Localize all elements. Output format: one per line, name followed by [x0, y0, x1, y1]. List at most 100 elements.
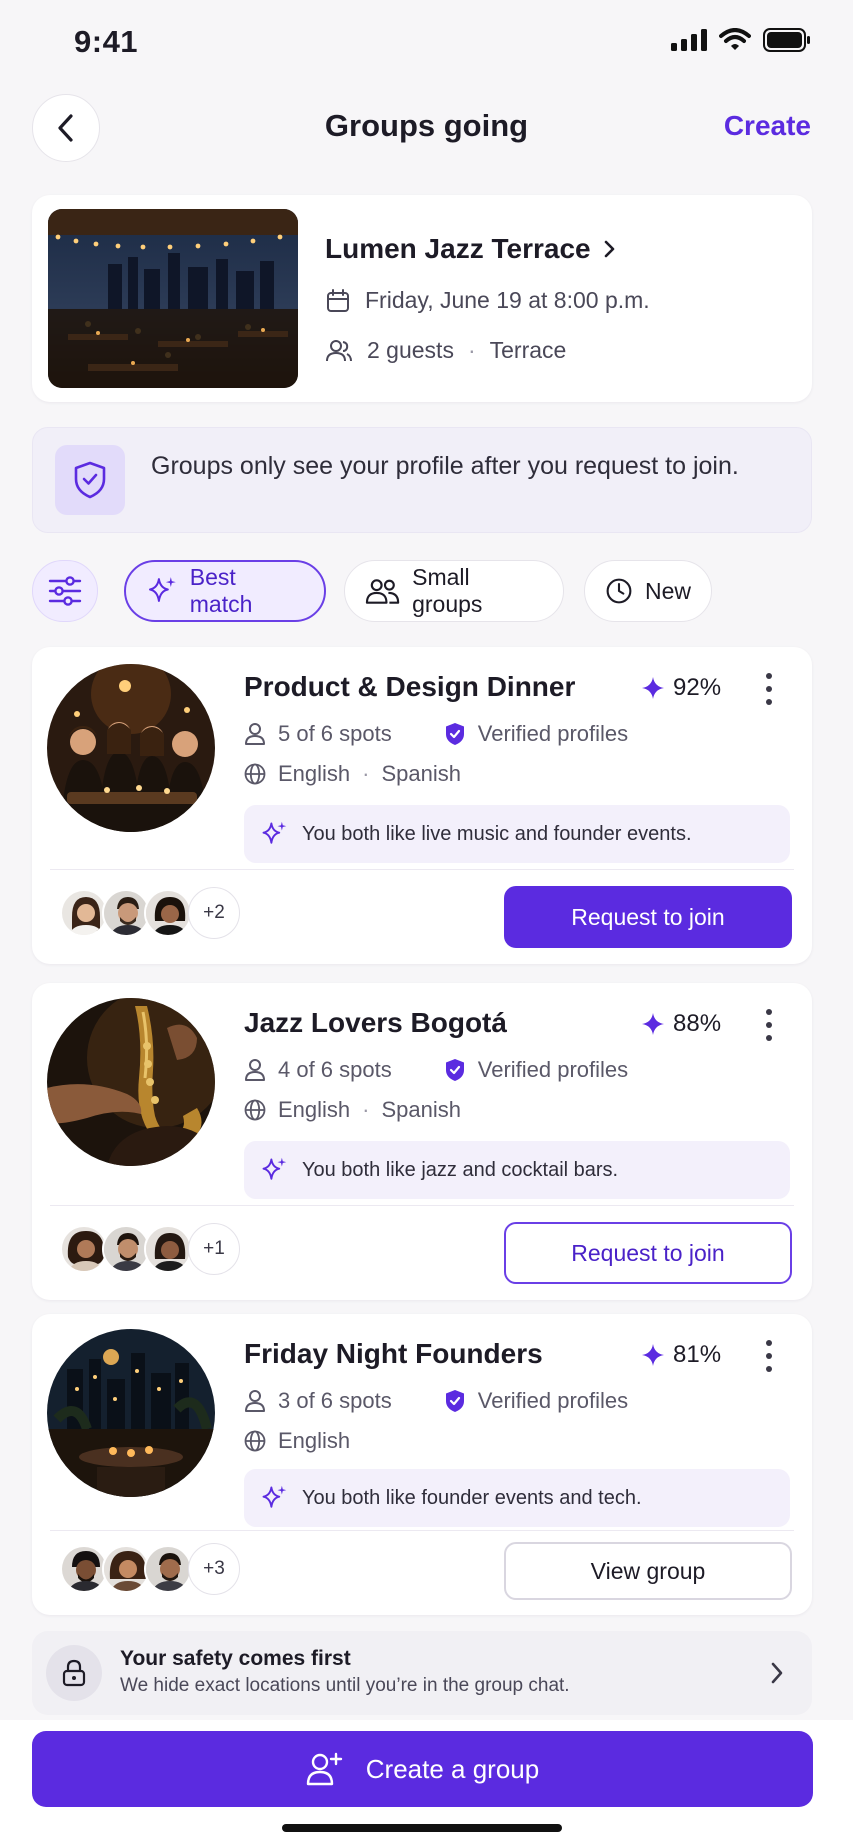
language-1: English [278, 1097, 351, 1122]
more-icon[interactable] [757, 1340, 781, 1372]
divider [50, 1530, 794, 1531]
separator-dot: · [362, 1097, 370, 1122]
group-meta-row: 5 of 6 spots Verified profiles [244, 721, 628, 747]
group-title: Product & Design Dinner [244, 671, 576, 702]
avatar [144, 889, 192, 937]
group-photo [47, 1329, 215, 1497]
request-to-join-button[interactable]: Request to join [504, 886, 792, 948]
filter-chip-label: Small groups [412, 564, 483, 617]
safety-title: Your safety comes first [120, 1647, 351, 1670]
venue-area: Terrace [489, 337, 567, 363]
match-score-value: 92% [673, 674, 722, 701]
add-user-icon [306, 1752, 342, 1786]
venue-photo [48, 209, 298, 388]
separator-dot: · [467, 337, 476, 363]
clock-icon [606, 578, 632, 604]
member-avatars[interactable]: +2 [60, 887, 240, 939]
globe-icon [244, 1430, 266, 1452]
shield-icon-box [55, 445, 125, 515]
calendar-icon [327, 288, 349, 312]
group-languages-row: English · Spanish [244, 761, 461, 787]
group-spots: 5 of 6 spots [278, 721, 392, 746]
user-icon [245, 1390, 265, 1412]
venue-guests: 2 guests [367, 337, 454, 363]
avatar [144, 1225, 192, 1273]
verified-icon [445, 1390, 464, 1412]
member-avatars[interactable]: +1 [60, 1223, 240, 1275]
sparkle-icon [262, 1485, 287, 1508]
more-icon[interactable] [757, 673, 781, 705]
match-reason-text: You both like live music and founder eve… [302, 822, 692, 845]
filter-chip-small-groups[interactable]: Small groups [344, 560, 564, 622]
more-members-count: +2 [188, 887, 240, 939]
more-members-count: +3 [188, 1543, 240, 1595]
filter-chip-label: Best match [189, 564, 253, 617]
create-group-label: Create a group [365, 1753, 540, 1784]
lock-icon-circle [46, 1645, 102, 1701]
sparkle-icon [262, 821, 287, 844]
shield-check-icon [74, 461, 106, 499]
language-2: Spanish [381, 761, 461, 786]
group-icon [365, 579, 400, 604]
match-score: 88% [641, 1010, 721, 1038]
match-reason: You both like founder events and tech. [244, 1469, 790, 1527]
verified-badge: Verified profiles [444, 1057, 628, 1083]
group-photo [47, 664, 215, 832]
filter-chip-new[interactable]: New [584, 560, 712, 622]
avatar [102, 1225, 150, 1273]
safety-banner[interactable]: Your safety comes first We hide exact lo… [32, 1631, 812, 1715]
home-indicator [282, 1824, 562, 1832]
safety-subtitle: We hide exact locations until you’re in … [120, 1675, 570, 1696]
view-group-button[interactable]: View group [504, 1542, 792, 1600]
verified-icon [445, 723, 464, 745]
privacy-notice: Groups only see your profile after you r… [32, 427, 812, 533]
member-avatars[interactable]: +3 [60, 1543, 240, 1595]
group-card[interactable]: Product & Design Dinner 92% 5 of 6 spots… [32, 647, 812, 964]
venue-datetime-row: Friday, June 19 at 8:00 p.m. [325, 287, 650, 314]
filter-settings-button[interactable] [32, 560, 98, 622]
language-2: Spanish [381, 1097, 461, 1122]
filter-chip-best-match[interactable]: Best match [124, 560, 326, 622]
create-group-button[interactable]: Create a group [32, 1731, 813, 1807]
sparkle-icon [148, 577, 176, 602]
verified-label: Verified profiles [477, 721, 629, 746]
venue-datetime: Friday, June 19 at 8:00 p.m. [365, 287, 650, 313]
privacy-notice-text: Groups only see your profile after you r… [151, 452, 739, 480]
language-1: English [278, 761, 351, 786]
chevron-right-icon [771, 1662, 783, 1684]
match-reason: You both like live music and founder eve… [244, 805, 790, 863]
lock-icon [62, 1659, 86, 1687]
globe-icon [244, 1099, 266, 1121]
group-photo [47, 998, 215, 1166]
user-icon [245, 1059, 265, 1081]
group-title: Jazz Lovers Bogotá [244, 1007, 507, 1038]
match-reason-text: You both like founder events and tech. [302, 1486, 642, 1509]
group-languages-row: English · Spanish [244, 1097, 461, 1123]
group-card[interactable]: Friday Night Founders 81% 3 of 6 spots V… [32, 1314, 812, 1615]
more-icon[interactable] [757, 1009, 781, 1041]
group-spots: 4 of 6 spots [278, 1057, 392, 1082]
group-card[interactable]: Jazz Lovers Bogotá 88% 4 of 6 spots Veri… [32, 983, 812, 1300]
create-link[interactable]: Create [724, 110, 811, 142]
match-score: 81% [641, 1341, 721, 1369]
more-members-count: +1 [188, 1223, 240, 1275]
venue-guests-row: 2 guests · Terrace [325, 337, 566, 364]
avatar [144, 1545, 192, 1593]
status-time: 9:41 [74, 24, 139, 59]
language-1: English [278, 1428, 351, 1453]
venue-card[interactable]: Lumen Jazz Terrace Friday, June 19 at 8:… [32, 195, 812, 402]
match-score-value: 88% [673, 1010, 722, 1037]
status-icons [671, 28, 811, 52]
user-icon [245, 723, 265, 745]
avatar [60, 1545, 108, 1593]
avatar [60, 889, 108, 937]
group-meta-row: 3 of 6 spots Verified profiles [244, 1388, 628, 1414]
star-icon [642, 1013, 664, 1035]
avatar [60, 1225, 108, 1273]
cellular-signal-icon [671, 29, 707, 51]
chevron-right-icon [604, 240, 614, 258]
venue-name[interactable]: Lumen Jazz Terrace [325, 233, 617, 265]
divider [50, 869, 794, 870]
verified-label: Verified profiles [477, 1057, 629, 1082]
request-to-join-button[interactable]: Request to join [504, 1222, 792, 1284]
